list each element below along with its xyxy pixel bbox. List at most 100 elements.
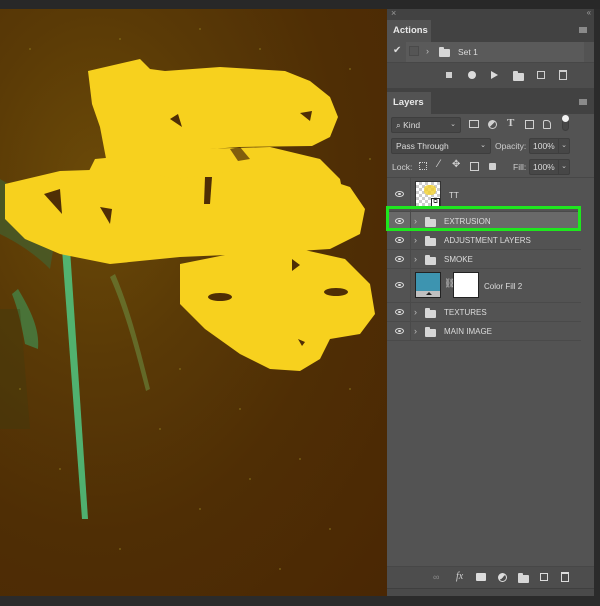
delete-layer-icon[interactable] xyxy=(561,572,569,582)
layer-name[interactable]: TT xyxy=(449,191,459,200)
collapse-panels-icon[interactable]: ‹‹ xyxy=(587,8,591,17)
new-layer-icon[interactable] xyxy=(540,573,548,581)
document-canvas[interactable] xyxy=(0,9,387,596)
panel-dock-header: × ‹‹ xyxy=(387,8,594,20)
action-set-name: Set 1 xyxy=(458,47,478,57)
fx-icon[interactable]: fx xyxy=(456,571,463,582)
layer-row-smoke[interactable]: › SMOKE xyxy=(387,250,581,269)
blend-mode-select[interactable]: Pass Through ⌄ xyxy=(391,138,491,154)
fill-dropdown[interactable]: ⌄ xyxy=(558,159,570,175)
opacity-dropdown[interactable]: ⌄ xyxy=(558,138,570,154)
filter-kind-select[interactable]: ⌕ Kind ⌄ xyxy=(391,117,461,133)
play-icon[interactable] xyxy=(491,71,498,79)
new-group-icon[interactable] xyxy=(518,573,529,583)
smart-object-badge-icon: ⧉ xyxy=(431,198,440,207)
eye-icon xyxy=(395,218,404,224)
folder-icon xyxy=(425,236,436,246)
chevron-down-icon: ⌄ xyxy=(450,121,456,128)
visibility-toggle[interactable] xyxy=(387,303,411,321)
expand-chevron-icon[interactable]: › xyxy=(414,307,417,317)
toggle-item-checkmark-icon[interactable]: ✔ xyxy=(393,45,401,56)
blend-row: Pass Through ⌄ Opacity: 100% ⌄ xyxy=(387,136,594,156)
folder-icon xyxy=(425,327,436,337)
filter-adjustment-layers-icon[interactable] xyxy=(488,120,497,129)
layer-name[interactable]: TEXTURES xyxy=(444,308,487,317)
layer-name[interactable]: Color Fill 2 xyxy=(484,282,522,291)
folder-icon xyxy=(425,308,436,318)
lock-artboard-icon[interactable] xyxy=(470,162,479,171)
link-layers-icon[interactable]: ∞ xyxy=(433,572,439,582)
layers-list: ⧉ TT › EXTRUSION › ADJUSTMENT LAYERS › S… xyxy=(387,178,594,341)
layer-name[interactable]: ADJUSTMENT LAYERS xyxy=(444,236,531,245)
layer-row-color-fill-2[interactable]: ⛓ Color Fill 2 xyxy=(387,269,581,303)
visibility-toggle[interactable] xyxy=(387,231,411,249)
expand-chevron-icon[interactable]: › xyxy=(414,326,417,336)
tab-actions[interactable]: Actions xyxy=(387,20,431,42)
close-panel-icon[interactable]: × xyxy=(391,8,396,18)
lock-transparent-pixels-icon[interactable] xyxy=(419,162,427,170)
folder-icon xyxy=(439,47,450,57)
layer-name[interactable]: MAIN IMAGE xyxy=(444,327,492,336)
opacity-label: Opacity: xyxy=(495,141,527,151)
delete-icon[interactable] xyxy=(559,70,567,80)
folder-icon xyxy=(425,217,436,227)
layers-tabbar: Layers xyxy=(387,92,594,114)
eye-icon xyxy=(395,282,404,288)
expand-chevron-icon[interactable]: › xyxy=(414,254,417,264)
layer-row-extrusion[interactable]: › EXTRUSION xyxy=(387,212,581,231)
eye-icon xyxy=(395,328,404,334)
fill-label: Fill: xyxy=(513,162,527,172)
fill-thumbnail-bar xyxy=(416,291,440,297)
panels-dock: × ‹‹ Actions ✔ › Set 1 Layers ⌕ Kind ⌄ T… xyxy=(386,8,594,596)
fill-color-thumbnail[interactable] xyxy=(415,272,441,298)
filter-smart-objects-icon[interactable] xyxy=(543,120,551,129)
filter-type-layers-icon[interactable]: T xyxy=(507,118,514,129)
visibility-toggle[interactable] xyxy=(387,269,411,302)
dialog-toggle-box[interactable] xyxy=(409,46,419,56)
lock-row: Lock: ⁄ ✥ Fill: 100% ⌄ xyxy=(387,156,594,178)
visibility-toggle[interactable] xyxy=(387,250,411,268)
lock-image-pixels-icon[interactable]: ⁄ xyxy=(438,159,440,170)
artwork xyxy=(0,28,375,570)
adjustment-layer-icon[interactable] xyxy=(498,573,507,582)
add-mask-icon[interactable] xyxy=(476,573,486,581)
layer-row-main-image[interactable]: › MAIN IMAGE xyxy=(387,322,581,341)
thumbnail-content xyxy=(424,185,436,195)
layers-panel-menu-icon[interactable] xyxy=(579,99,587,105)
tab-layers[interactable]: Layers xyxy=(387,92,431,114)
layer-row-adjustment-layers[interactable]: › ADJUSTMENT LAYERS xyxy=(387,231,581,250)
visibility-toggle[interactable] xyxy=(387,178,411,211)
visibility-toggle[interactable] xyxy=(387,322,411,340)
layer-name[interactable]: SMOKE xyxy=(444,255,473,264)
blend-mode-value: Pass Through xyxy=(396,141,449,151)
filter-pixel-layers-icon[interactable] xyxy=(469,120,479,128)
opacity-input[interactable]: 100% xyxy=(529,138,559,154)
layer-row-textures[interactable]: › TEXTURES xyxy=(387,303,581,322)
filter-shape-layers-icon[interactable] xyxy=(525,120,534,129)
lock-all-icon[interactable] xyxy=(489,163,496,170)
actions-tabbar: Actions xyxy=(387,20,594,42)
panel-resize-strip[interactable] xyxy=(387,588,594,596)
lock-position-icon[interactable]: ✥ xyxy=(452,160,460,170)
layer-mask-thumbnail[interactable] xyxy=(453,272,479,298)
actions-panel-menu-icon[interactable] xyxy=(579,27,587,33)
fill-input[interactable]: 100% xyxy=(529,159,559,175)
expand-chevron-icon[interactable]: › xyxy=(414,216,417,226)
actions-toolbar xyxy=(387,62,594,88)
action-set-item[interactable]: › Set 1 xyxy=(406,42,584,62)
action-set-row[interactable]: ✔ › Set 1 xyxy=(387,42,594,62)
layer-row-tt[interactable]: ⧉ TT xyxy=(387,178,581,212)
visibility-toggle[interactable] xyxy=(387,212,411,230)
record-icon[interactable] xyxy=(468,71,476,79)
filter-kind-label: Kind xyxy=(403,120,421,130)
stop-icon[interactable] xyxy=(446,72,452,78)
layer-name[interactable]: EXTRUSION xyxy=(444,217,491,226)
lettering xyxy=(5,59,375,371)
lock-label: Lock: xyxy=(392,162,413,172)
new-action-icon[interactable] xyxy=(537,71,545,79)
expand-chevron-icon[interactable]: › xyxy=(426,46,429,56)
folder-icon xyxy=(425,255,436,265)
expand-chevron-icon[interactable]: › xyxy=(414,235,417,245)
new-set-icon[interactable] xyxy=(513,71,524,81)
photoshop-window: × ‹‹ Actions ✔ › Set 1 Layers ⌕ Kind ⌄ T… xyxy=(0,0,600,606)
